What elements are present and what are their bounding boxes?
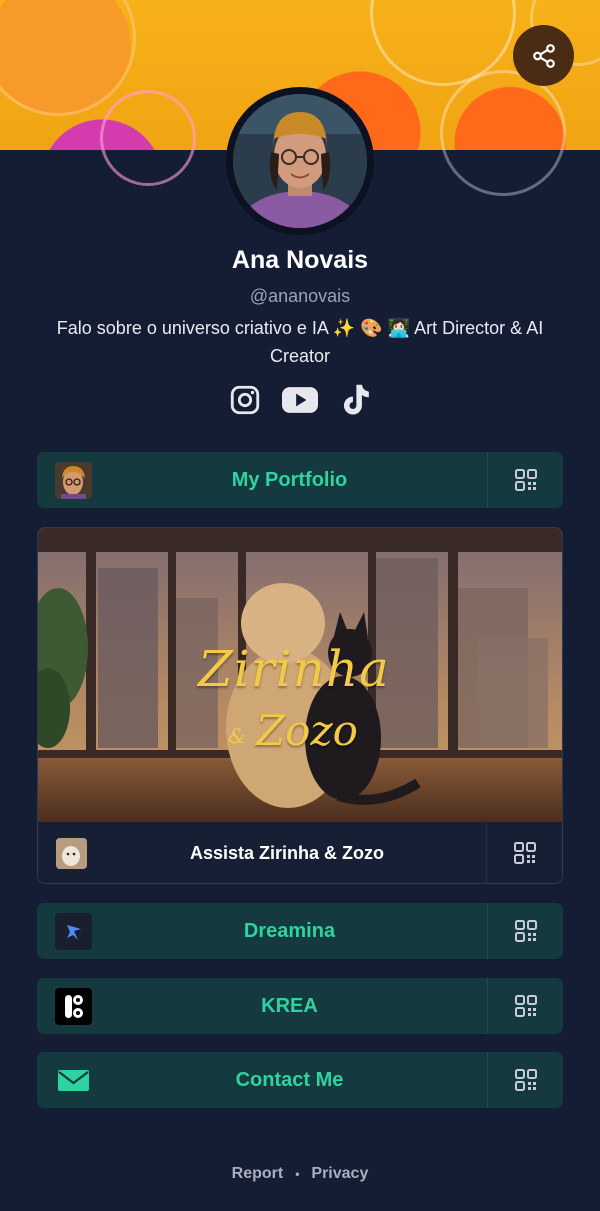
envelope-icon [55, 1062, 92, 1099]
youtube-icon [282, 387, 318, 413]
dreamina-logo-icon [55, 913, 92, 950]
qr-code-icon [513, 842, 536, 864]
featured-subtitle: Zozo [256, 706, 358, 755]
qr-code-icon [514, 469, 537, 491]
portfolio-label: My Portfolio [231, 469, 348, 491]
report-link[interactable]: Report [232, 1165, 284, 1183]
qr-code-button[interactable] [487, 1052, 563, 1108]
instagram-link[interactable] [227, 382, 263, 418]
profile-page: Ana Novais @ananovais Falo sobre o unive… [0, 0, 600, 1211]
privacy-link[interactable]: Privacy [311, 1165, 368, 1183]
profile-handle: @ananovais [249, 286, 351, 306]
footer: Report • Privacy [0, 1165, 600, 1183]
youtube-link[interactable] [282, 382, 318, 418]
featured-video-thumbnail: Zirinha & Zozo [38, 528, 562, 822]
qr-code-button[interactable] [487, 452, 563, 508]
featured-title: Zirinha [198, 640, 390, 698]
featured-caption: Assista Zirinha & Zozo [189, 843, 385, 863]
profile-name: Ana Novais [231, 246, 369, 274]
tiktok-icon [343, 384, 369, 415]
portfolio-link[interactable]: My Portfolio [37, 452, 563, 508]
featured-video-card[interactable]: Zirinha & Zozo Assista Zirinha & Zozo [37, 527, 563, 884]
qr-code-button[interactable] [486, 823, 562, 883]
krea-logo-icon [55, 988, 92, 1025]
featured-title-ampersand: & [228, 724, 246, 748]
qr-code-icon [514, 995, 537, 1017]
portfolio-thumbnail [55, 462, 92, 499]
contact-link[interactable]: Contact Me [37, 1052, 563, 1108]
share-icon [532, 43, 555, 68]
tiktok-link[interactable] [337, 382, 373, 418]
contact-label: Contact Me [235, 1069, 344, 1091]
share-button[interactable] [513, 25, 574, 86]
profile-bio: Falo sobre o universo criativo e IA ✨ 🎨 … [56, 318, 544, 366]
qr-code-icon [514, 1069, 537, 1091]
qr-code-button[interactable] [487, 978, 563, 1034]
krea-label: KREA [261, 995, 318, 1017]
footer-separator: • [295, 1167, 300, 1181]
krea-link[interactable]: KREA [37, 978, 563, 1034]
dreamina-label: Dreamina [243, 920, 336, 942]
dreamina-link[interactable]: Dreamina [37, 903, 563, 959]
instagram-icon [230, 385, 260, 415]
qr-code-icon [514, 920, 537, 942]
social-icons [0, 382, 600, 418]
avatar [226, 87, 374, 235]
featured-caption-thumbnail [56, 838, 87, 869]
featured-caption-row: Assista Zirinha & Zozo [38, 823, 562, 883]
qr-code-button[interactable] [487, 903, 563, 959]
